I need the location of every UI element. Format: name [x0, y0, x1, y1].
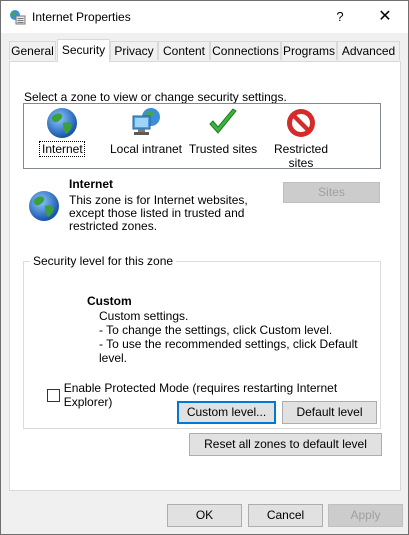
- security-level-title: Custom: [87, 294, 132, 308]
- reset-all-zones-button[interactable]: Reset all zones to default level: [189, 433, 382, 456]
- tab-advanced[interactable]: Advanced: [337, 41, 400, 60]
- security-level-description: Custom settings. - To change the setting…: [99, 309, 380, 365]
- description-line: - To change the settings, click Custom l…: [99, 323, 333, 337]
- custom-level-button[interactable]: Custom level...: [177, 401, 276, 424]
- tab-programs[interactable]: Programs: [281, 41, 337, 60]
- tab-content[interactable]: Content: [158, 41, 210, 60]
- zone-internet[interactable]: Internet: [39, 106, 85, 157]
- security-tab-panel: Select a zone to view or change security…: [9, 61, 401, 491]
- zone-label: Local intranet: [109, 142, 183, 156]
- tab-connections[interactable]: Connections: [210, 41, 281, 60]
- cancel-button[interactable]: Cancel: [248, 504, 323, 527]
- help-button[interactable]: ?: [317, 1, 363, 33]
- default-level-button[interactable]: Default level: [282, 401, 377, 424]
- checkbox-box[interactable]: [47, 388, 60, 402]
- zone-local-intranet[interactable]: Local intranet: [104, 106, 188, 156]
- description-line: - To use the recommended settings, click…: [99, 337, 358, 365]
- checkmark-icon: [209, 108, 237, 134]
- selected-zone-description: This zone is for Internet websites, exce…: [69, 193, 248, 233]
- zone-label: sites: [288, 156, 314, 170]
- globe-icon: [29, 191, 59, 221]
- title-bar[interactable]: Internet Properties ? ✕: [1, 1, 408, 33]
- internet-properties-window: Internet Properties ? ✕ General Security…: [0, 0, 409, 535]
- tab-general[interactable]: General: [9, 41, 56, 60]
- zone-label: Internet: [39, 141, 85, 157]
- group-legend: Security level for this zone: [30, 254, 177, 268]
- description-line: Custom settings.: [99, 309, 189, 323]
- zone-label: Restricted: [273, 142, 329, 156]
- intranet-icon: [132, 108, 160, 135]
- zone-restricted-sites[interactable]: Restricted sites: [268, 106, 334, 170]
- zone-list: Internet Local intranet Trusted sites Re…: [23, 103, 381, 170]
- zone-label: Trusted sites: [188, 142, 258, 156]
- tab-privacy[interactable]: Privacy: [110, 41, 158, 60]
- zone-prompt: Select a zone to view or change security…: [24, 90, 287, 104]
- close-button[interactable]: ✕: [362, 1, 408, 33]
- zone-trusted-sites[interactable]: Trusted sites: [188, 106, 258, 156]
- apply-button[interactable]: Apply: [328, 504, 403, 527]
- tab-strip: General Security Privacy Content Connect…: [9, 39, 401, 62]
- sites-button[interactable]: Sites: [283, 182, 380, 203]
- globe-icon: [47, 108, 77, 138]
- window-title: Internet Properties: [32, 10, 131, 24]
- security-level-group: Security level for this zone Custom Cust…: [23, 254, 381, 429]
- restricted-icon: [287, 109, 315, 137]
- ok-button[interactable]: OK: [167, 504, 242, 527]
- tab-security[interactable]: Security: [57, 39, 110, 62]
- selected-zone-title: Internet: [69, 177, 114, 191]
- internet-options-icon: [10, 10, 26, 25]
